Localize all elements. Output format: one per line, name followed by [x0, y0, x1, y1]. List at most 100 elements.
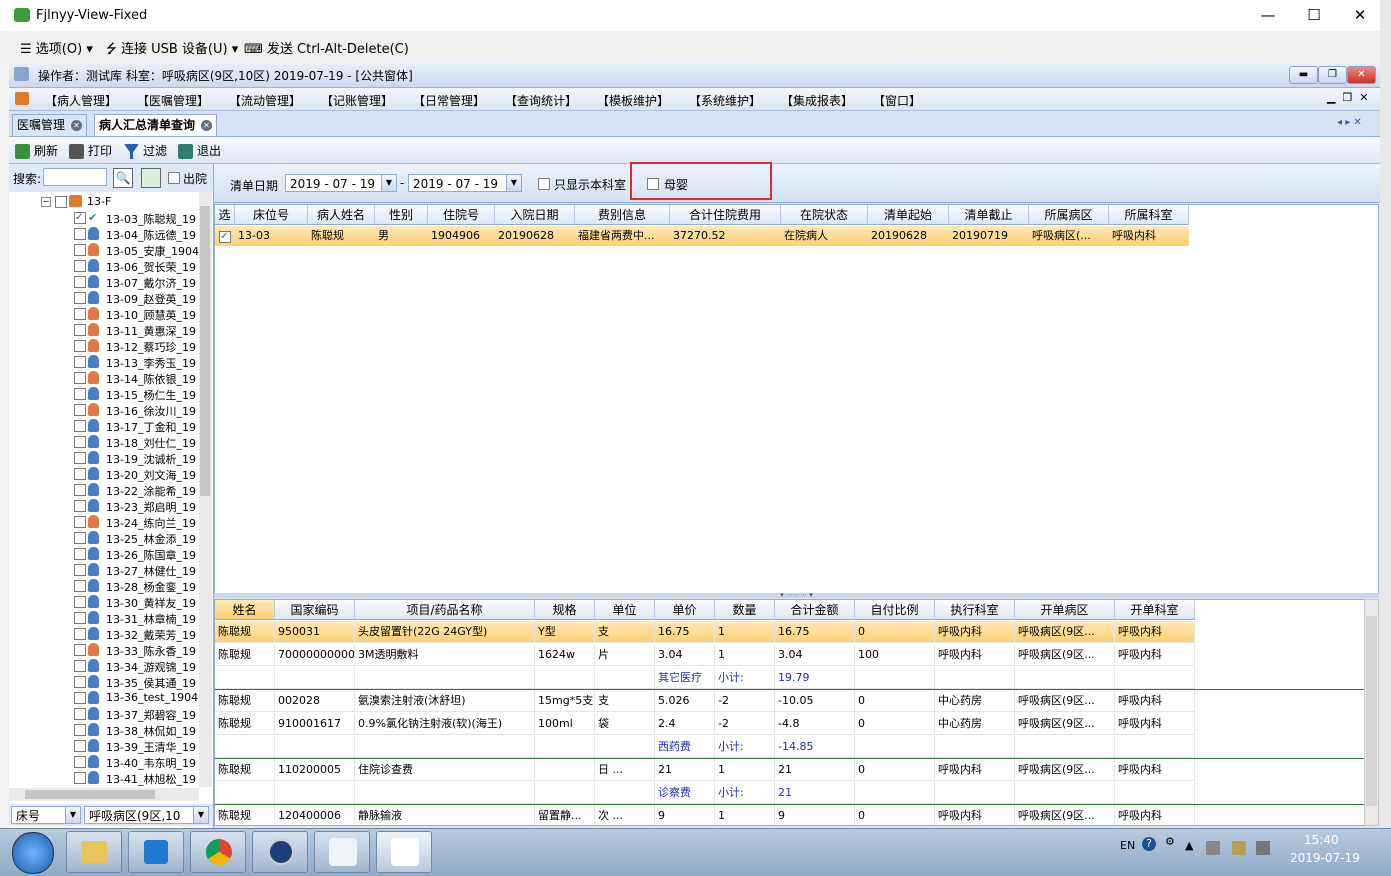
column-header[interactable]: 单价 [655, 600, 715, 620]
app-restore-button[interactable]: ❐ [1318, 66, 1347, 84]
volume-icon[interactable] [1256, 841, 1270, 855]
language-indicator[interactable]: EN [1120, 839, 1135, 852]
column-header[interactable]: 规格 [535, 600, 595, 620]
row-select-checkbox[interactable]: ✓ [219, 231, 231, 243]
menu-billing[interactable]: 【记账管理】 [321, 92, 393, 109]
column-header[interactable]: 入院日期 [495, 205, 575, 225]
taskbar-his-nurse[interactable] [376, 831, 432, 873]
patient-checkbox[interactable] [74, 372, 86, 384]
usb-connect-menu[interactable]: ⭍ 连接 USB 设备(U) ▾ [106, 38, 238, 62]
column-header[interactable]: 病人姓名 [308, 205, 375, 225]
tree-patient-item[interactable]: ✓ ✔ 13-03_陈聪规_19 [9, 210, 199, 226]
patient-checkbox[interactable] [74, 244, 86, 256]
tab-orders[interactable]: 医嘱管理 ✕ [12, 114, 88, 136]
search-icon[interactable]: 🔍 [113, 168, 133, 188]
tree-patient-item[interactable]: 13-41_林旭松_19 [9, 770, 199, 786]
tree-patient-item[interactable]: 13-22_涂能希_19 [9, 482, 199, 498]
column-header[interactable]: 合计住院费用 [670, 205, 781, 225]
patient-checkbox[interactable] [74, 532, 86, 544]
column-header[interactable]: 床位号 [235, 205, 308, 225]
print-button[interactable]: 打印 [69, 142, 112, 159]
patient-checkbox[interactable] [74, 324, 86, 336]
tree-patient-item[interactable]: 13-27_林健仕_19 [9, 562, 199, 578]
dept-only-checkbox[interactable] [538, 178, 550, 190]
tree-patient-item[interactable]: 13-18_刘仕仁_19 [9, 434, 199, 450]
patient-checkbox[interactable] [74, 276, 86, 288]
patient-checkbox[interactable] [74, 484, 86, 496]
scroll-thumb[interactable] [200, 206, 210, 496]
menu-query[interactable]: 【查询统计】 [505, 92, 577, 109]
tree-patient-item[interactable]: 13-24_练向兰_19 [9, 514, 199, 530]
tree-patient-item[interactable]: 13-12_蔡巧珍_19 [9, 338, 199, 354]
column-header[interactable]: 所属科室 [1109, 205, 1189, 225]
patient-checkbox[interactable] [74, 340, 86, 352]
tab-patient-summary[interactable]: 病人汇总清单查询 ✕ [94, 114, 218, 136]
chevron-down-icon[interactable]: ▼ [193, 807, 208, 823]
tree-vertical-scrollbar[interactable] [199, 192, 212, 787]
column-header[interactable]: 住院号 [428, 205, 495, 225]
app-close-button[interactable]: ✕ [1347, 66, 1376, 84]
patient-checkbox[interactable] [74, 564, 86, 576]
maximize-button[interactable]: ☐ [1302, 4, 1326, 26]
collapse-icon[interactable]: − [41, 197, 51, 207]
tree-patient-item[interactable]: 13-36_test_1904 [9, 690, 199, 706]
tree-patient-item[interactable]: 13-10_顾慧英_19 [9, 306, 199, 322]
menu-daily[interactable]: 【日常管理】 [413, 92, 485, 109]
column-header[interactable]: 选 [215, 205, 235, 225]
splitter-handle[interactable]: ▾ ⋯⋯⋯ ▾ [214, 592, 1379, 599]
patient-checkbox[interactable] [74, 724, 86, 736]
chevron-down-icon[interactable]: ▼ [381, 175, 396, 191]
patient-checkbox[interactable] [74, 500, 86, 512]
patient-checkbox[interactable] [74, 596, 86, 608]
help-icon[interactable]: ? [1142, 837, 1156, 851]
column-header[interactable]: 清单截止 [949, 205, 1029, 225]
patient-checkbox[interactable] [74, 292, 86, 304]
close-icon[interactable]: ✕ [71, 120, 83, 131]
close-icon[interactable]: ✕ [201, 120, 213, 131]
tree-patient-item[interactable]: 13-06_贺长荣_19 [9, 258, 199, 274]
patient-checkbox[interactable] [74, 756, 86, 768]
exit-button[interactable]: 退出 [178, 142, 221, 159]
patient-checkbox[interactable] [74, 548, 86, 560]
patient-checkbox[interactable] [74, 628, 86, 640]
taskbar-explorer[interactable] [66, 831, 122, 873]
tree-patient-item[interactable]: 13-09_赵登英_19 [9, 290, 199, 306]
patient-checkbox[interactable] [74, 260, 86, 272]
column-header[interactable]: 开单科室 [1115, 600, 1195, 620]
patient-checkbox[interactable] [74, 516, 86, 528]
date-from-picker[interactable]: 2019 - 07 - 19 ▼ [285, 174, 397, 192]
tree-patient-item[interactable]: 13-20_刘文海_19 [9, 466, 199, 482]
column-header[interactable]: 项目/药品名称 [355, 600, 535, 620]
patient-checkbox[interactable] [74, 388, 86, 400]
tree-patient-item[interactable]: 13-39_王清华_19 [9, 738, 199, 754]
tree-patient-item[interactable]: 13-26_陈国章_19 [9, 546, 199, 562]
column-header[interactable]: 执行科室 [935, 600, 1015, 620]
tray-expand-icon[interactable]: ▲ [1185, 839, 1193, 852]
tree-patient-item[interactable]: 13-25_林金添_19 [9, 530, 199, 546]
detail-scroll-thumb[interactable] [1366, 616, 1377, 806]
chevron-down-icon[interactable]: ▼ [506, 175, 521, 191]
column-header[interactable]: 在院状态 [781, 205, 868, 225]
column-header[interactable]: 姓名 [215, 600, 275, 620]
network-icon[interactable] [1206, 841, 1220, 855]
menu-reports[interactable]: 【集成报表】 [781, 92, 853, 109]
root-checkbox[interactable] [55, 196, 67, 208]
menu-system[interactable]: 【系统维护】 [689, 92, 761, 109]
clock-date[interactable]: 2019-07-19 [1290, 851, 1360, 865]
menu-orders[interactable]: 【医嘱管理】 [137, 92, 209, 109]
filter-button[interactable]: 过滤 [124, 142, 167, 159]
tree-patient-item[interactable]: 13-33_陈永香_19 [9, 642, 199, 658]
taskbar-compass[interactable] [252, 831, 308, 873]
tree-patient-item[interactable]: 13-38_林侃如_19 [9, 722, 199, 738]
action-center-icon[interactable] [1232, 841, 1246, 855]
menu-flow[interactable]: 【流动管理】 [229, 92, 301, 109]
mdi-controls[interactable]: ▁ ❐ ✕ [1327, 91, 1369, 104]
patient-checkbox[interactable] [74, 772, 86, 784]
patient-checkbox[interactable]: ✓ [74, 212, 86, 224]
tree-patient-item[interactable]: 13-32_戴荣芳_19 [9, 626, 199, 642]
taskbar-media[interactable] [128, 831, 184, 873]
options-menu[interactable]: ☰ 选项(O) ▾ [20, 38, 93, 57]
taskbar-chrome[interactable] [190, 831, 246, 873]
patient-checkbox[interactable] [74, 708, 86, 720]
menu-template[interactable]: 【模板维护】 [597, 92, 669, 109]
